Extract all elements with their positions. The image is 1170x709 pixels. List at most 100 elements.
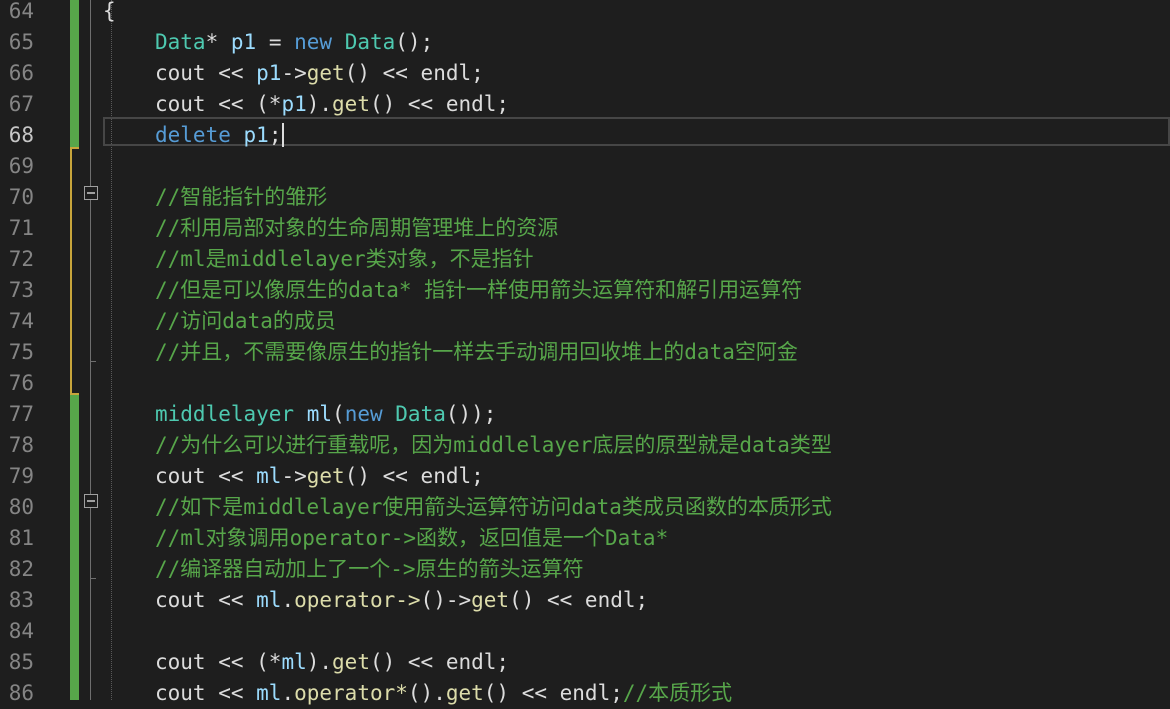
token: () << endl; [344,464,484,488]
line-number-active: 68 [8,123,34,147]
code-line-66[interactable]: cout << p1->get() << endl; [155,58,484,89]
line-number: 84 [8,619,34,643]
outline-guide [90,200,91,361]
token-function: get [445,681,484,705]
collapse-minus-icon[interactable] [84,494,98,508]
line-number: 66 [8,61,34,85]
line-number: 73 [8,278,34,302]
line-number: 67 [8,92,34,116]
code-line-67[interactable]: cout << (*p1).get() << endl; [155,89,509,120]
line-number: 72 [8,247,34,271]
line-number: 64 [8,0,34,23]
collapse-minus-icon[interactable] [84,186,98,200]
token: cout << (* [155,92,282,116]
token: () << endl; [369,650,510,674]
token-keyword: delete [155,123,231,147]
line-number: 71 [8,216,34,240]
line-number: 70 [8,185,34,209]
line-number: 85 [8,650,34,674]
token-type: Data [395,402,446,426]
token: ). [306,650,333,674]
token: . [281,588,295,612]
code-line-74[interactable]: //访问data的成员 [155,306,336,337]
token: { [103,0,116,23]
line-number: 77 [8,402,34,426]
token-variable: p1 [230,30,257,54]
token-variable: ml [256,681,282,705]
token-variable: ml [306,402,333,426]
code-line-78[interactable]: //为什么可以进行重载呢，因为middlelayer底层的原型就是data类型 [155,430,832,461]
outline-guide [90,0,91,186]
outline-guide [90,578,91,700]
token-variable: ml [256,588,282,612]
token: cout << [155,681,257,705]
outline-guide [90,361,91,494]
code-line-85[interactable]: cout << (*ml).get() << endl; [155,647,509,678]
token: cout << (* [155,650,282,674]
token-type: Data [344,30,396,54]
token: cout << [155,61,257,85]
token-function: get [306,61,345,85]
code-line-64[interactable]: { [103,0,116,27]
token-function: get [332,92,370,116]
text-caret [282,123,285,147]
token-variable: p1 [243,123,269,147]
token: = [256,30,295,54]
token-function: get [471,588,510,612]
code-line-72[interactable]: //ml是middlelayer类对象，不是指针 [155,244,534,275]
token-variable: ml [256,464,282,488]
token: ()-> [420,588,472,612]
outline-guide [90,508,91,578]
code-line-82[interactable]: //编译器自动加上了一个->原生的箭头运算符 [155,554,584,585]
code-line-71[interactable]: //利用局部对象的生命周期管理堆上的资源 [155,213,558,244]
code-line-75[interactable]: //并且，不需要像原生的指针一样去手动调用回收堆上的data空阿金 [155,337,798,368]
line-number: 80 [8,495,34,519]
token: * [205,30,231,54]
token-variable: p1 [256,61,282,85]
token: () << endl; [509,588,649,612]
code-editor[interactable]: 64 65 66 67 68 69 70 71 72 73 74 75 76 7… [0,0,1170,705]
token-function: operator* [294,681,408,705]
token-type: Data [155,30,206,54]
token: (). [407,681,446,705]
code-line-73[interactable]: //但是可以像原生的data* 指针一样使用箭头运算符和解引用运算符 [155,275,802,306]
line-number: 81 [8,526,34,550]
line-number-gutter: 64 65 66 67 68 69 70 71 72 73 74 75 76 7… [0,0,70,705]
line-number: 65 [8,30,34,54]
code-line-79[interactable]: cout << ml->get() << endl; [155,461,484,492]
line-number: 69 [8,154,34,178]
token-variable: ml [281,650,307,674]
token-function: get [332,650,370,674]
code-line-80[interactable]: //如下是middlelayer使用箭头运算符访问data类成员函数的本质形式 [155,492,832,523]
token: () << endl; [483,681,623,705]
code-line-86[interactable]: cout << ml.operator*().get() << endl;//本… [155,678,732,709]
code-line-83[interactable]: cout << ml.operator->()->get() << endl; [155,585,648,616]
token-comment: //本质形式 [622,681,733,705]
code-line-70[interactable]: //智能指针的雏形 [155,182,327,213]
code-line-81[interactable]: //ml对象调用operator->函数，返回值是一个Data* [155,523,668,554]
code-line-77[interactable]: middlelayer ml(new Data()); [155,399,496,430]
saved-change-marker [70,0,79,147]
token: -> [281,61,307,85]
token: cout << [155,464,257,488]
unsaved-change-marker [70,147,79,395]
code-line-65[interactable]: Data* p1 = new Data(); [155,27,433,58]
line-number: 82 [8,557,34,581]
token: cout << [155,588,257,612]
indent-guide [111,0,112,700]
token: . [281,681,295,705]
line-number: 76 [8,371,34,395]
token: () << endl; [369,92,510,116]
code-line-68[interactable]: delete p1; [155,120,285,151]
token: -> [281,464,307,488]
token: ()); [445,402,497,426]
token-keyword: new [294,30,333,54]
line-number: 75 [8,340,34,364]
token-variable: p1 [281,92,307,116]
token: ; [268,123,282,147]
token-function: get [306,464,345,488]
line-number: 78 [8,433,34,457]
